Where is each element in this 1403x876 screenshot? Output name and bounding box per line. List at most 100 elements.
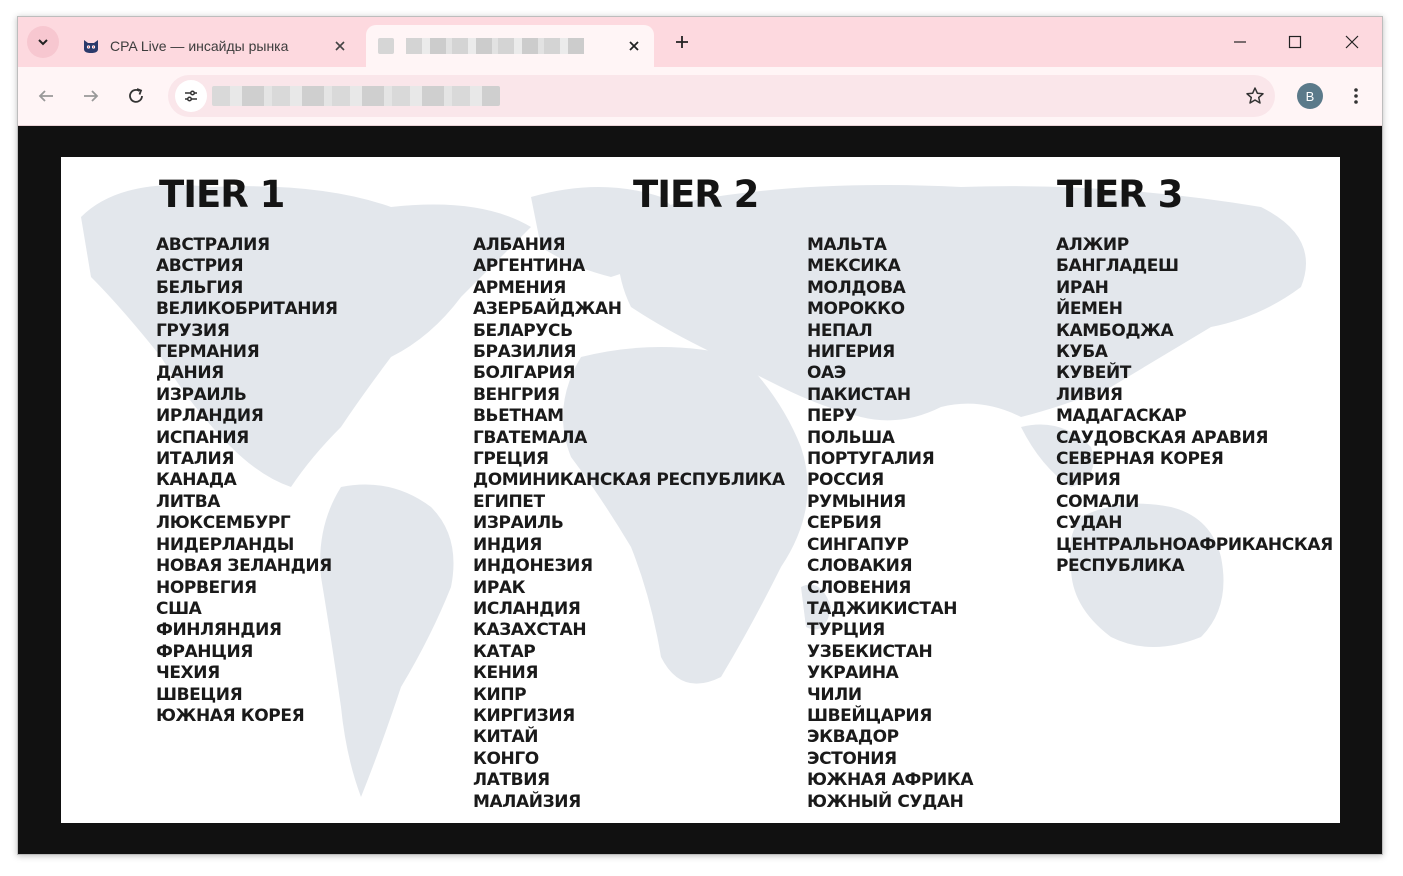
country-item: ВЬЕТНАМ bbox=[473, 406, 564, 427]
country-item: ПОЛЬША bbox=[807, 427, 895, 448]
tune-icon bbox=[185, 90, 197, 102]
country-item: ЛИТВА bbox=[156, 491, 221, 512]
tab-title-redacted bbox=[406, 38, 584, 54]
site-info-button[interactable] bbox=[175, 80, 207, 112]
country-item: АЗЕРБАЙДЖАН bbox=[473, 299, 622, 320]
country-item: ВЕНГРИЯ bbox=[473, 384, 560, 405]
country-item: НЕПАЛ bbox=[807, 320, 873, 341]
forward-button[interactable] bbox=[79, 84, 103, 108]
country-item: ЧИЛИ bbox=[807, 684, 862, 705]
tab-search-button[interactable] bbox=[27, 26, 59, 58]
country-item: РЕСПУБЛИКА bbox=[1056, 556, 1185, 577]
country-item: СИРИЯ bbox=[1056, 470, 1121, 491]
star-icon bbox=[1246, 87, 1264, 104]
close-icon bbox=[629, 41, 639, 51]
country-item: БЕЛЬГИЯ bbox=[156, 277, 243, 298]
country-item: МАЛЬТА bbox=[807, 235, 887, 255]
minimize-button[interactable] bbox=[1228, 30, 1252, 54]
address-bar[interactable] bbox=[168, 75, 1275, 117]
more-vert-icon bbox=[1354, 88, 1358, 104]
bookmark-button[interactable] bbox=[1243, 84, 1267, 108]
tier-2-country-list-right: МАЛЬТА МЕКСИКА МОЛДОВА МОРОККО НЕПАЛ НИГЕРИЯ О… bbox=[807, 235, 974, 813]
country-item: МОРОККО bbox=[807, 299, 905, 320]
country-item: ПОРТУГАЛИЯ bbox=[807, 449, 935, 470]
country-item: ЕГИПЕТ bbox=[473, 491, 545, 512]
tab-title: CPA Live — инсайды рынка bbox=[110, 38, 289, 54]
country-item: СЕВЕРНАЯ КОРЕЯ bbox=[1056, 449, 1224, 470]
country-item: БЕЛАРУСЬ bbox=[473, 320, 573, 341]
country-item: МАДАГАСКАР bbox=[1056, 406, 1187, 427]
country-item: АВСТРИЯ bbox=[156, 256, 244, 277]
country-item: ОАЭ bbox=[807, 363, 846, 384]
tier-2-country-list-left: АЛБАНИЯ АРГЕНТИНА АРМЕНИЯ АЗЕРБАЙДЖАН БЕЛАРУ… bbox=[473, 235, 785, 813]
country-item: СИНГАПУР bbox=[807, 534, 909, 555]
cat-logo-icon bbox=[84, 40, 98, 53]
country-item: ИСЛАНДИЯ bbox=[473, 598, 581, 619]
country-item: БРАЗИЛИЯ bbox=[473, 342, 577, 363]
maximize-icon bbox=[1288, 35, 1302, 49]
browser-menu-button[interactable] bbox=[1344, 84, 1368, 108]
country-item: КУВЕЙТ bbox=[1056, 363, 1131, 384]
reload-icon bbox=[129, 88, 143, 103]
country-item: АЛБАНИЯ bbox=[473, 235, 566, 255]
country-item: ЭСТОНИЯ bbox=[807, 748, 897, 769]
tab-strip: CPA Live — инсайды рынка bbox=[18, 17, 1382, 67]
country-item: ЮЖНАЯ КОРЕЯ bbox=[156, 705, 305, 726]
country-item: ГРУЗИЯ bbox=[156, 320, 230, 341]
country-item: ЦЕНТРАЛЬНОАФРИКАНСКАЯ bbox=[1056, 534, 1333, 555]
tab-active[interactable] bbox=[366, 25, 654, 67]
country-item: ИЗРАИЛЬ bbox=[156, 384, 247, 405]
country-item: ИТАЛИЯ bbox=[156, 449, 235, 470]
country-item: ФИНЛЯНДИЯ bbox=[156, 620, 282, 641]
country-item: ИЗРАИЛЬ bbox=[473, 513, 564, 534]
country-item: СЕРБИЯ bbox=[807, 513, 882, 534]
browser-toolbar: B bbox=[18, 67, 1382, 126]
country-item: США bbox=[156, 598, 202, 619]
country-item: МЕКСИКА bbox=[807, 256, 901, 277]
maximize-button[interactable] bbox=[1283, 30, 1307, 54]
country-item: САУДОВСКАЯ АРАВИЯ bbox=[1056, 427, 1269, 448]
country-item: ДОМИНИКАНСКАЯ РЕСПУБЛИКА bbox=[473, 470, 785, 491]
country-item: МАЛАЙЗИЯ bbox=[473, 791, 581, 812]
country-item: ИНДИЯ bbox=[473, 534, 542, 555]
new-tab-button[interactable] bbox=[670, 30, 694, 54]
country-item: ТАДЖИКИСТАН bbox=[807, 598, 958, 619]
country-item: ПЕРУ bbox=[807, 406, 857, 427]
close-tab-button[interactable] bbox=[330, 36, 350, 56]
country-item: КУБА bbox=[1056, 342, 1108, 363]
country-item: АРГЕНТИНА bbox=[473, 256, 585, 277]
plus-icon bbox=[676, 36, 688, 48]
country-item: БОЛГАРИЯ bbox=[473, 363, 576, 384]
country-item: РОССИЯ bbox=[807, 470, 884, 491]
tab-cpa-live[interactable]: CPA Live — инсайды рынка bbox=[70, 25, 360, 67]
tier-1-country-list: АВСТРАЛИЯ АВСТРИЯ БЕЛЬГИЯ ВЕЛИКОБРИТАНИЯ ГРУ… bbox=[156, 235, 338, 727]
country-item: КИПР bbox=[473, 684, 527, 705]
url-redacted bbox=[212, 86, 500, 106]
country-item: ЛАТВИЯ bbox=[473, 770, 550, 791]
country-item: ГВАТЕМАЛА bbox=[473, 427, 587, 448]
tier-1-heading: TIER 1 bbox=[159, 173, 285, 216]
close-icon bbox=[335, 41, 345, 51]
back-button[interactable] bbox=[34, 84, 58, 108]
country-item: РУМЫНИЯ bbox=[807, 491, 906, 512]
close-window-button[interactable] bbox=[1340, 30, 1364, 54]
tab-favicon-redacted bbox=[378, 38, 394, 54]
profile-avatar[interactable]: B bbox=[1297, 83, 1323, 109]
arrow-right-icon bbox=[84, 90, 99, 102]
close-tab-button[interactable] bbox=[624, 36, 644, 56]
arrow-left-icon bbox=[38, 90, 53, 102]
country-item: КАЗАХСТАН bbox=[473, 620, 587, 641]
country-item: ИРАН bbox=[1056, 277, 1109, 298]
country-item: ИРАК bbox=[473, 577, 526, 598]
country-item: ФРАНЦИЯ bbox=[156, 641, 253, 662]
country-item: ЛЮКСЕМБУРГ bbox=[156, 513, 291, 534]
country-item: ГРЕЦИЯ bbox=[473, 449, 549, 470]
country-item: НОВАЯ ЗЕЛАНДИЯ bbox=[156, 556, 332, 577]
country-item: УЗБЕКИСТАН bbox=[807, 641, 933, 662]
country-item: ЧЕХИЯ bbox=[156, 663, 220, 684]
country-item: ЛИВИЯ bbox=[1056, 384, 1123, 405]
country-item: КАТАР bbox=[473, 641, 536, 662]
reload-button[interactable] bbox=[124, 84, 148, 108]
country-item: ДАНИЯ bbox=[156, 363, 224, 384]
country-item: ИРЛАНДИЯ bbox=[156, 406, 264, 427]
